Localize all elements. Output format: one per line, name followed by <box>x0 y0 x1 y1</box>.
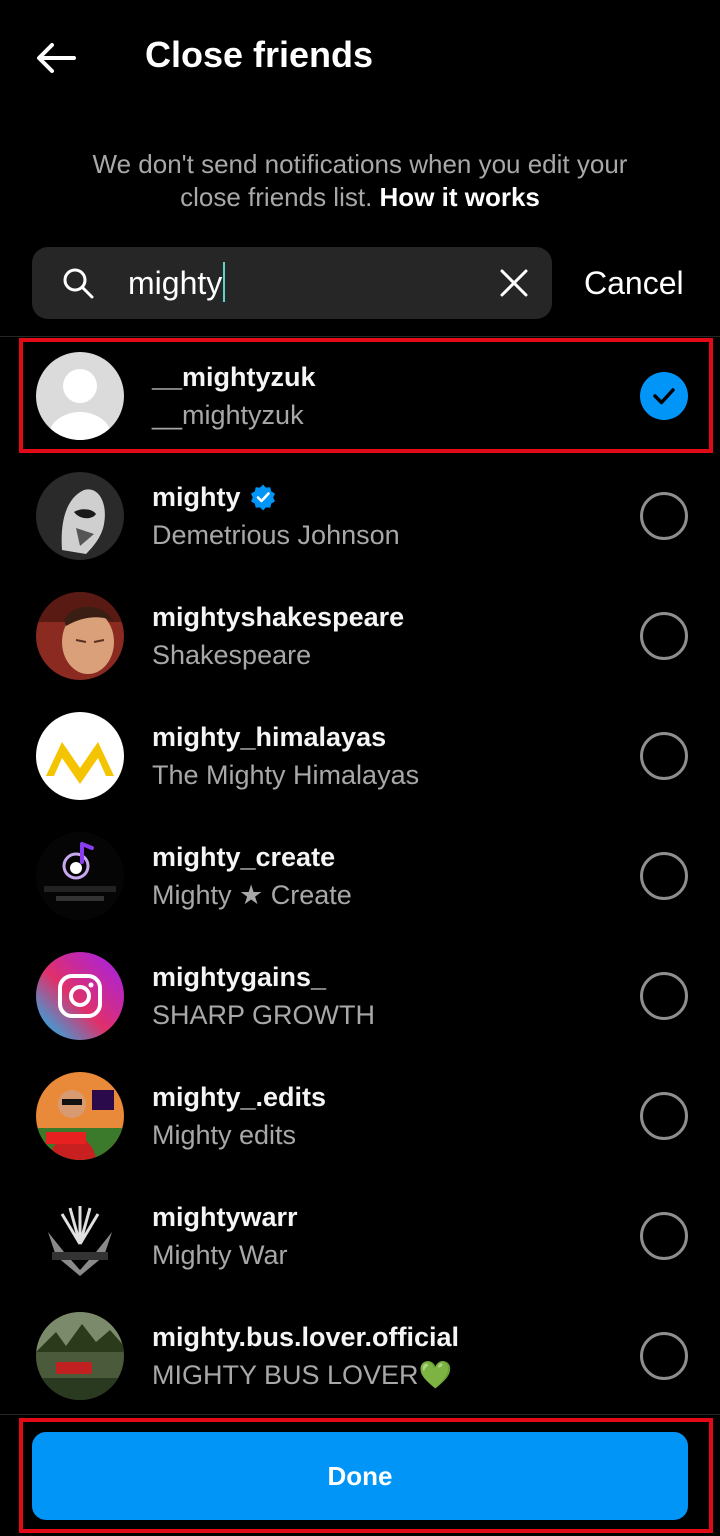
list-item[interactable]: mightygains_ SHARP GROWTH <box>0 936 720 1056</box>
divider <box>0 1414 720 1415</box>
username: mighty.bus.lover.official <box>152 1320 459 1354</box>
username: mightywarr <box>152 1200 298 1234</box>
username: mighty_create <box>152 840 335 874</box>
username-text: __mightyzuk <box>152 362 316 392</box>
cancel-button[interactable]: Cancel <box>584 262 684 304</box>
checkmark-icon <box>653 388 675 405</box>
full-name: Mighty edits <box>152 1120 297 1150</box>
username: mighty <box>152 480 277 514</box>
username-text: mightywarr <box>152 1202 298 1232</box>
username-text: mighty <box>152 482 241 512</box>
back-button[interactable] <box>28 30 84 86</box>
select-checkbox[interactable] <box>640 1212 688 1260</box>
select-checkbox[interactable] <box>640 972 688 1020</box>
photo-avatar <box>36 1072 124 1160</box>
done-button[interactable]: Done <box>32 1432 688 1520</box>
username: mighty_.edits <box>152 1080 326 1114</box>
notice-message: We don't send notifications when you edi… <box>92 149 628 212</box>
list-item[interactable]: mighty_.edits Mighty edits <box>0 1056 720 1176</box>
list-item[interactable]: mighty.bus.lover.official MIGHTY BUS LOV… <box>0 1296 720 1416</box>
username: mightygains_ <box>152 960 326 994</box>
photo-avatar <box>36 472 124 560</box>
search-icon <box>63 268 94 299</box>
search-input[interactable]: mighty <box>128 262 226 304</box>
photo-avatar <box>36 592 124 680</box>
list-item[interactable]: mighty Demetrious Johnson <box>0 456 720 576</box>
photo-avatar <box>36 1312 124 1400</box>
arrow-left-icon <box>37 43 76 73</box>
select-checkbox[interactable] <box>640 732 688 780</box>
username-text: mighty_.edits <box>152 1082 327 1112</box>
username: mightyshakespeare <box>152 600 404 634</box>
how-it-works-link[interactable]: How it works <box>380 182 540 212</box>
text-caret <box>223 262 226 302</box>
notice-text: We don't send notifications when you edi… <box>60 148 660 214</box>
page-title: Close friends <box>145 34 374 75</box>
username-text: mighty.bus.lover.official <box>152 1322 460 1352</box>
username: __mightyzuk <box>152 360 316 394</box>
default-avatar <box>36 352 124 440</box>
list-item[interactable]: mighty_himalayas The Mighty Himalayas <box>0 696 720 816</box>
full-name: Mighty War <box>152 1240 288 1270</box>
select-checkbox[interactable] <box>640 1332 688 1380</box>
list-item[interactable]: __mightyzuk __mightyzuk <box>0 336 720 456</box>
instagram-logo-avatar <box>36 952 124 1040</box>
select-checkbox[interactable] <box>640 1092 688 1140</box>
verified-badge-icon <box>250 484 275 511</box>
username-text: mightygains_ <box>152 962 327 992</box>
select-checkbox[interactable] <box>640 612 688 660</box>
username: mighty_himalayas <box>152 720 386 754</box>
list-item[interactable]: mightywarr Mighty War <box>0 1176 720 1296</box>
full-name: Demetrious Johnson <box>152 520 400 550</box>
full-name: SHARP GROWTH <box>152 1000 376 1030</box>
close-icon <box>500 269 528 297</box>
list-item[interactable]: mighty_create Mighty ★ Create <box>0 816 720 936</box>
username-text: mighty_himalayas <box>152 722 387 752</box>
logo-avatar <box>36 1192 124 1280</box>
full-name: __mightyzuk <box>152 400 304 430</box>
selected-checkbox[interactable] <box>640 372 688 420</box>
full-name: Shakespeare <box>152 640 312 670</box>
results-list: __mightyzuk __mightyzuk mighty Demetriou… <box>0 336 720 1416</box>
select-checkbox[interactable] <box>640 492 688 540</box>
select-checkbox[interactable] <box>640 852 688 900</box>
full-name: Mighty ★ Create <box>152 880 352 910</box>
search-input-value: mighty <box>128 265 223 301</box>
list-item[interactable]: mightyshakespeare Shakespeare <box>0 576 720 696</box>
logo-avatar <box>36 832 124 920</box>
header: Close friends <box>0 0 720 112</box>
username-text: mighty_create <box>152 842 336 872</box>
logo-avatar <box>36 712 124 800</box>
full-name: MIGHTY BUS LOVER💚 <box>152 1360 453 1390</box>
search-bar[interactable]: mighty <box>32 247 552 319</box>
username-text: mightyshakespeare <box>152 602 405 632</box>
clear-search-button[interactable] <box>494 263 534 303</box>
full-name: The Mighty Himalayas <box>152 760 420 790</box>
